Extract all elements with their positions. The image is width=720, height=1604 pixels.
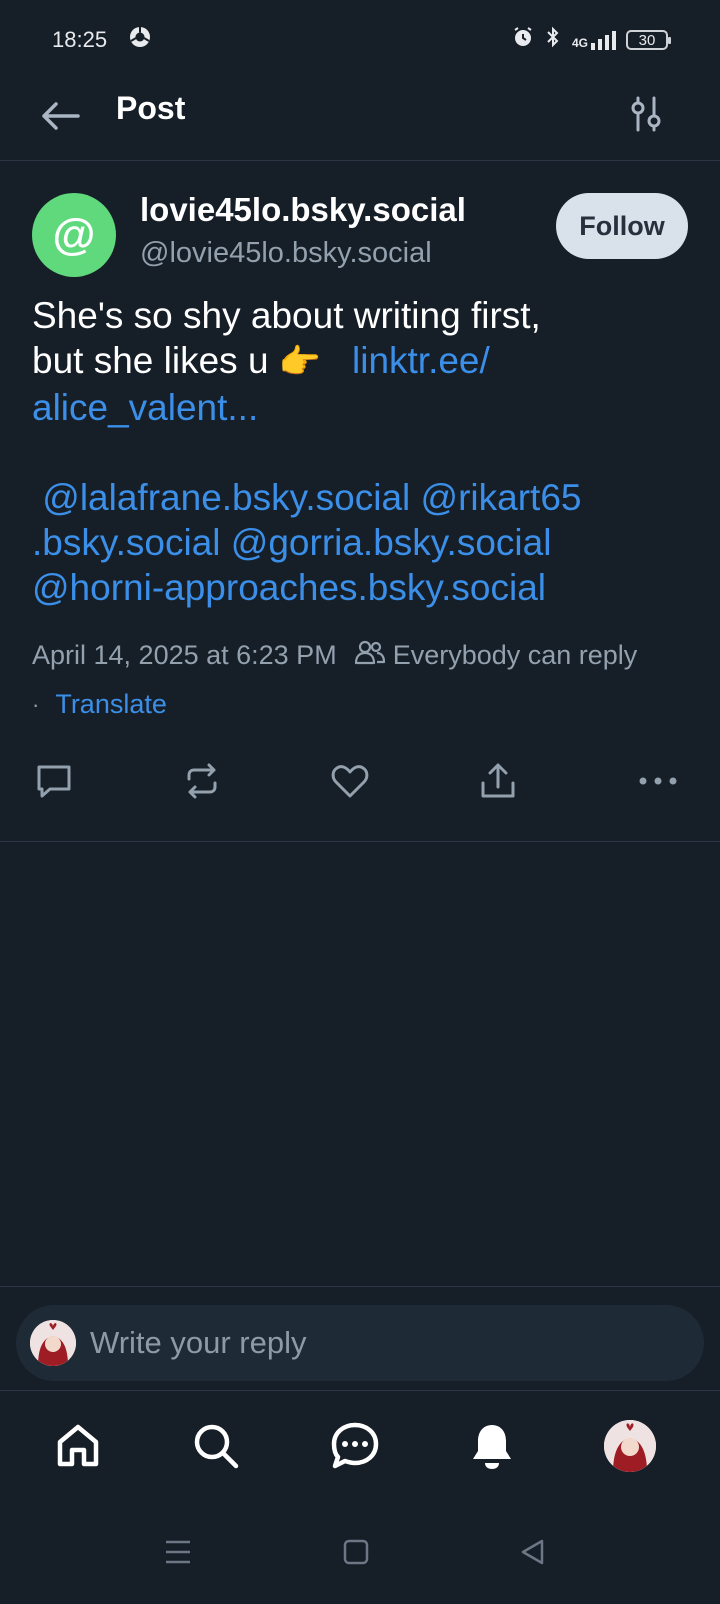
notifications-icon[interactable] bbox=[462, 1416, 522, 1476]
external-link[interactable]: linktr.ee/ bbox=[352, 340, 490, 381]
status-bar: 18:25 4G 30 bbox=[0, 0, 720, 80]
signal-icon: 4G bbox=[572, 30, 616, 50]
chrome-icon bbox=[129, 26, 151, 54]
pointing-hand-emoji: 👉 bbox=[278, 343, 322, 381]
people-icon bbox=[354, 639, 385, 672]
reply-setting[interactable]: Everybody can reply bbox=[354, 639, 638, 672]
search-icon[interactable] bbox=[186, 1416, 246, 1476]
alarm-icon bbox=[512, 26, 534, 54]
battery-level: 30 bbox=[638, 31, 656, 49]
bluetooth-icon bbox=[544, 26, 562, 54]
post-actions bbox=[0, 751, 720, 811]
reply-icon[interactable] bbox=[24, 751, 84, 811]
profile-avatar[interactable] bbox=[600, 1416, 660, 1476]
post: @ lovie45lo.bsky.social @lovie45lo.bsky.… bbox=[0, 161, 720, 842]
filter-sliders-icon[interactable] bbox=[624, 92, 668, 136]
author-handle[interactable]: @lovie45lo.bsky.social bbox=[140, 237, 432, 270]
system-nav-bar bbox=[0, 1502, 720, 1604]
network-type: 4G bbox=[571, 36, 588, 50]
post-text-line: She's so shy about writing first, bbox=[32, 295, 541, 336]
translate-row: · Translate bbox=[32, 689, 167, 720]
user-avatar bbox=[604, 1420, 656, 1472]
home-icon[interactable] bbox=[48, 1416, 108, 1476]
post-meta: April 14, 2025 at 6:23 PM Everybody can … bbox=[32, 639, 712, 672]
post-text-fragment: but she likes u bbox=[32, 340, 279, 381]
repost-icon[interactable] bbox=[172, 751, 232, 811]
external-link-continued[interactable]: alice_valent... bbox=[32, 385, 688, 430]
reply-bar: Write your reply bbox=[0, 1286, 720, 1391]
mention-link[interactable]: @lalafrane.bsky.social bbox=[42, 477, 410, 518]
author-avatar[interactable]: @ bbox=[32, 193, 116, 277]
share-icon[interactable] bbox=[468, 751, 528, 811]
like-icon[interactable] bbox=[320, 751, 380, 811]
follow-button[interactable]: Follow bbox=[556, 193, 688, 259]
separator-dot: · bbox=[32, 691, 40, 717]
battery-icon: 30 bbox=[626, 30, 671, 50]
more-icon[interactable] bbox=[628, 751, 688, 811]
post-text: She's so shy about writing first, but sh… bbox=[32, 293, 688, 610]
reply-input[interactable]: Write your reply bbox=[16, 1305, 704, 1381]
menu-icon[interactable] bbox=[156, 1530, 200, 1574]
back-arrow-icon[interactable] bbox=[38, 94, 82, 138]
chat-icon[interactable] bbox=[325, 1416, 385, 1476]
reply-setting-label: Everybody can reply bbox=[392, 640, 638, 670]
avatar-glyph: @ bbox=[52, 210, 96, 259]
mention-link[interactable]: @horni-approaches.bsky.social bbox=[32, 567, 546, 608]
post-text-line: but she likes u 👉 linktr.ee/ bbox=[32, 338, 688, 385]
author-display-name[interactable]: lovie45lo.bsky.social bbox=[140, 191, 466, 229]
translate-link[interactable]: Translate bbox=[55, 689, 167, 720]
mention-link-continued[interactable]: .bsky.social bbox=[32, 522, 221, 563]
bottom-tab-bar bbox=[0, 1392, 720, 1502]
post-timestamp: April 14, 2025 at 6:23 PM bbox=[32, 640, 337, 670]
home-square-icon[interactable] bbox=[334, 1530, 378, 1574]
user-avatar bbox=[30, 1320, 76, 1366]
mention-link[interactable]: @rikart65 bbox=[421, 477, 582, 518]
status-time: 18:25 bbox=[52, 27, 108, 52]
mention-link[interactable]: @gorria.bsky.social bbox=[231, 522, 552, 563]
back-triangle-icon[interactable] bbox=[510, 1530, 554, 1574]
page-title: Post bbox=[116, 90, 186, 126]
header: Post bbox=[0, 80, 720, 161]
reply-placeholder: Write your reply bbox=[90, 1325, 307, 1360]
